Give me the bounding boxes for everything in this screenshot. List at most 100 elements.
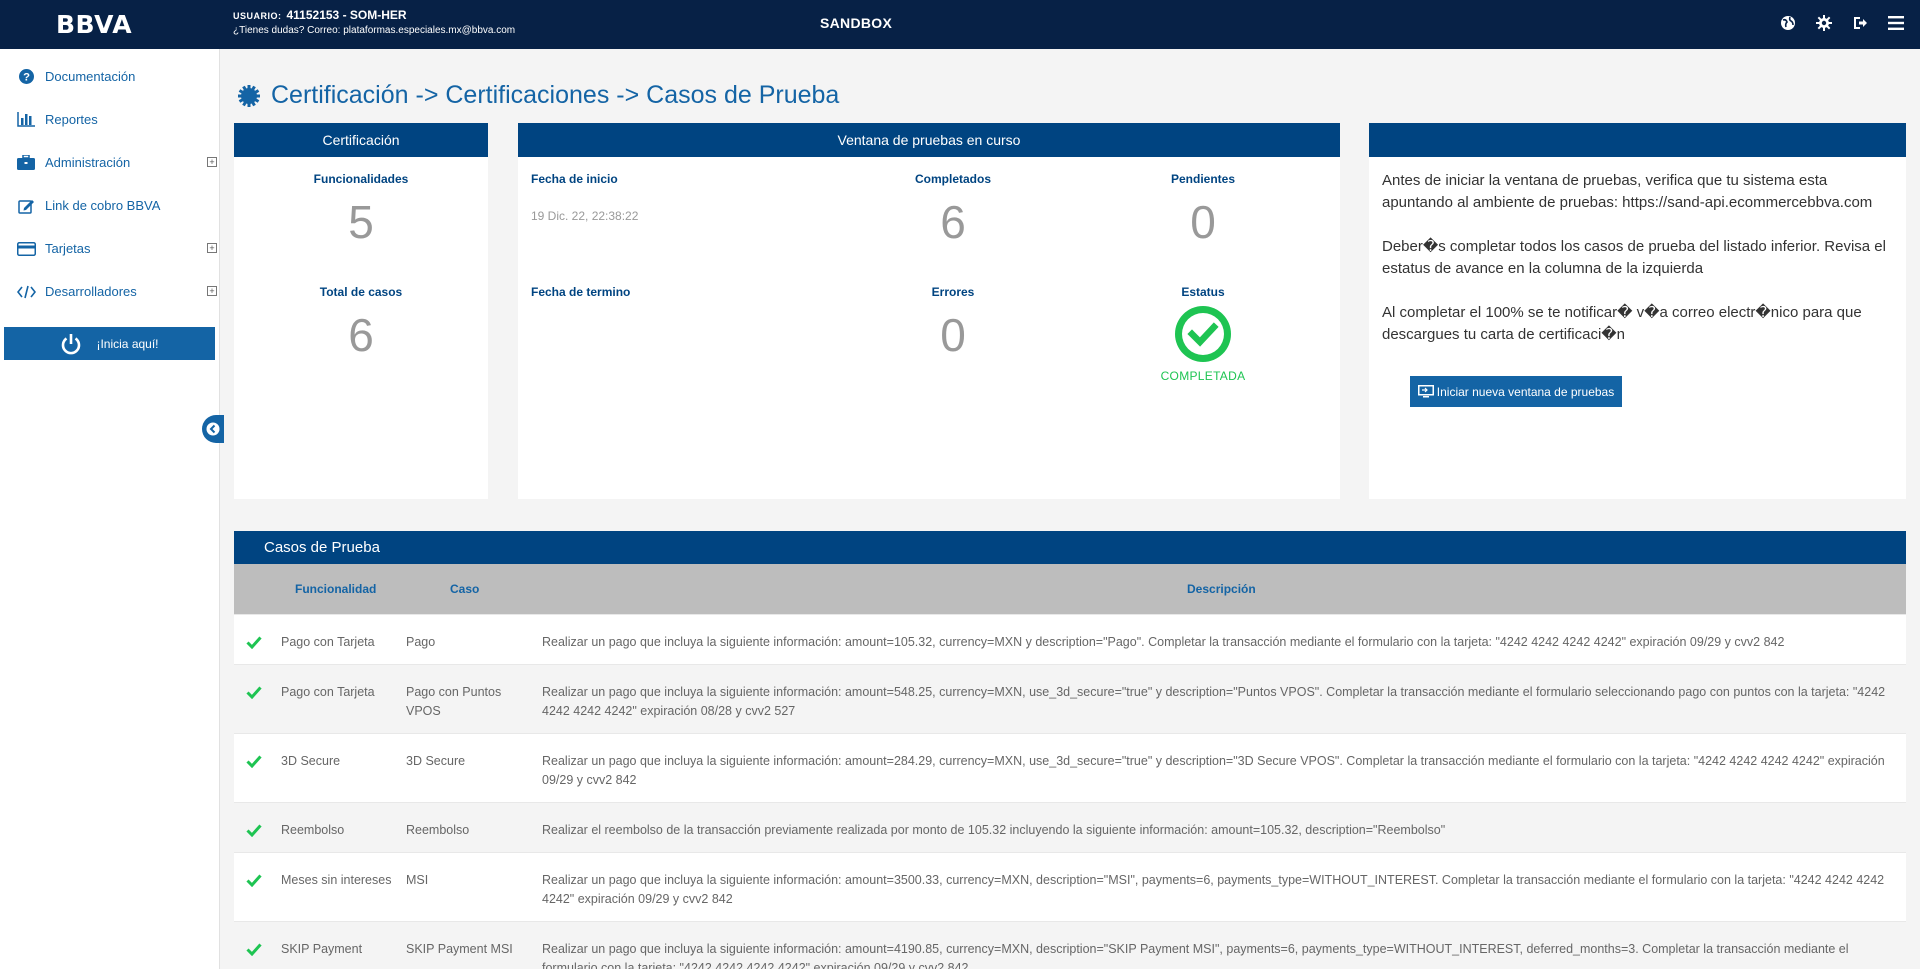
globe-icon[interactable]	[1778, 13, 1798, 33]
row-descripcion: Realizar un pago que incluya la siguient…	[542, 635, 1785, 649]
info-card: Antes de iniciar la ventana de pruebas, …	[1369, 123, 1906, 499]
fecha-termino-label: Fecha de termino	[531, 285, 631, 299]
table-row[interactable]: SKIP Payment SKIP Payment MSI Realizar u…	[234, 921, 1906, 969]
gear-icon[interactable]	[1814, 13, 1834, 33]
sidebar-item-tarjetas[interactable]: Tarjetas +	[0, 227, 219, 270]
row-funcionalidad: Pago con Tarjeta	[281, 685, 375, 699]
table-row[interactable]: Pago con Tarjeta Pago con Puntos VPOS Re…	[234, 664, 1906, 733]
expand-icon[interactable]: +	[207, 286, 217, 296]
card-header: Ventana de pruebas en curso	[518, 123, 1340, 157]
row-descripcion: Realizar un pago que incluya la siguient…	[542, 754, 1885, 787]
check-icon	[246, 755, 262, 768]
row-funcionalidad: SKIP Payment	[281, 942, 363, 956]
status-check-icon	[1175, 306, 1231, 362]
row-funcionalidad: Meses sin intereses	[281, 873, 392, 887]
briefcase-icon	[15, 154, 37, 172]
check-icon	[246, 686, 262, 699]
row-descripcion: Realizar el reembolso de la transacción …	[542, 823, 1446, 837]
environment-label: SANDBOX	[820, 15, 893, 31]
sidebar-item-link-cobro[interactable]: Link de cobro BBVA	[0, 184, 219, 227]
test-window-card: Ventana de pruebas en curso Fecha de ini…	[518, 123, 1340, 499]
bbva-logo[interactable]: BBVA	[56, 10, 132, 39]
sidebar-item-documentacion[interactable]: ? Documentación	[0, 55, 219, 98]
funcionalidades-label: Funcionalidades	[313, 172, 409, 186]
expand-icon[interactable]: +	[207, 157, 217, 167]
test-cases-table: Casos de Prueba Funcionalidad Caso Descr…	[234, 531, 1906, 969]
sidebar-item-administracion[interactable]: Administración +	[0, 141, 219, 184]
code-icon	[15, 283, 37, 301]
table-row[interactable]: 3D Secure 3D Secure Realizar un pago que…	[234, 733, 1906, 802]
row-caso: Pago con Puntos VPOS	[406, 685, 502, 718]
row-descripcion: Realizar un pago que incluya la siguient…	[542, 873, 1885, 906]
user-info: USUARIO: 41152153 - SOM-HER ¿Tienes dudas…	[233, 8, 515, 36]
completados-label: Completados	[914, 172, 991, 186]
row-caso: Reembolso	[406, 823, 470, 837]
table-header: Funcionalidad Caso Descripción	[234, 564, 1906, 614]
table-row[interactable]: Pago con Tarjeta Pago Realizar un pago q…	[234, 614, 1906, 664]
fecha-inicio-value: 19 Dic. 22, 22:38:22	[531, 209, 639, 223]
instructions: Antes de iniciar la ventana de pruebas, …	[1382, 170, 1897, 368]
start-here-button[interactable]: ¡Inicia aquí!	[4, 327, 215, 360]
row-descripcion: Realizar un pago que incluya la siguient…	[542, 942, 1849, 969]
row-caso: SKIP Payment MSI	[406, 942, 513, 956]
total-casos-value: 6	[348, 309, 374, 361]
sidebar-item-label: Documentación	[45, 69, 136, 84]
errores-label: Errores	[931, 285, 975, 299]
card-icon	[15, 240, 37, 258]
column-descripcion[interactable]: Descripción	[1187, 582, 1256, 596]
status-value: COMPLETADA	[1160, 369, 1246, 383]
expand-icon[interactable]: +	[207, 243, 217, 253]
row-funcionalidad: 3D Secure	[281, 754, 341, 768]
pendientes-label: Pendientes	[1170, 172, 1236, 186]
sidebar-item-reportes[interactable]: Reportes	[0, 98, 219, 141]
page-title: Certificación -> Certificaciones -> Caso…	[238, 81, 839, 110]
funcionalidades-value: 5	[348, 196, 374, 248]
table-row[interactable]: Meses sin intereses MSI Realizar un pago…	[234, 852, 1906, 921]
table-row[interactable]: Reembolso Reembolso Realizar el reembols…	[234, 802, 1906, 852]
column-funcionalidad[interactable]: Funcionalidad	[295, 582, 376, 596]
monitor-icon	[1417, 385, 1434, 398]
badge-gear-icon	[238, 84, 260, 107]
total-casos-label: Total de casos	[319, 285, 403, 299]
check-icon	[246, 943, 262, 956]
top-icons	[1778, 13, 1906, 33]
menu-icon[interactable]	[1886, 13, 1906, 33]
completados-value: 6	[940, 196, 966, 248]
card-header: Certificación	[234, 123, 488, 157]
row-funcionalidad: Pago con Tarjeta	[281, 635, 375, 649]
column-caso[interactable]: Caso	[450, 582, 479, 596]
table-body: Pago con Tarjeta Pago Realizar un pago q…	[234, 614, 1906, 969]
bar-chart-icon	[15, 111, 37, 129]
sidebar-item-desarrolladores[interactable]: Desarrolladores +	[0, 270, 219, 313]
user-line: USUARIO: 41152153 - SOM-HER	[233, 8, 515, 22]
sidebar-item-label: Tarjetas	[45, 241, 91, 256]
arrow-left-icon	[206, 422, 220, 436]
fecha-inicio-label: Fecha de inicio	[531, 172, 618, 186]
errores-value: 0	[940, 309, 966, 361]
sidebar-menu: ? Documentación Reportes Administración …	[0, 49, 219, 313]
sidebar-item-label: Link de cobro BBVA	[45, 198, 161, 213]
user-value: 41152153 - SOM-HER	[286, 8, 407, 22]
start-new-window-button[interactable]: Iniciar nueva ventana de pruebas	[1410, 376, 1622, 407]
start-new-window-label: Iniciar nueva ventana de pruebas	[1436, 384, 1615, 399]
power-icon	[60, 333, 82, 355]
instruction-text: Antes de iniciar la ventana de pruebas, …	[1382, 172, 1873, 211]
sidebar-item-label: Reportes	[45, 112, 98, 127]
sidebar-item-label: Administración	[45, 155, 131, 170]
collapse-sidebar-button[interactable]	[202, 415, 224, 443]
row-caso: MSI	[406, 873, 429, 887]
row-descripcion: Realizar un pago que incluya la siguient…	[542, 685, 1886, 718]
row-caso: Pago	[406, 635, 436, 649]
logout-icon[interactable]	[1850, 13, 1870, 33]
question-icon: ?	[15, 68, 37, 86]
sidebar-item-label: Desarrolladores	[45, 284, 137, 299]
start-here-label: ¡Inicia aquí!	[96, 336, 159, 351]
table-title: Casos de Prueba	[234, 531, 1906, 564]
help-text: ¿Tienes dudas? Correo: plataformas.espec…	[233, 25, 516, 36]
user-label: USUARIO:	[233, 11, 282, 21]
row-funcionalidad: Reembolso	[281, 823, 345, 837]
certification-card: Certificación Funcionalidades 5 Total de…	[234, 123, 488, 499]
card-header	[1369, 123, 1906, 157]
page-title-text: Certificación -> Certificaciones -> Caso…	[271, 81, 840, 109]
estatus-label: Estatus	[1181, 285, 1225, 299]
